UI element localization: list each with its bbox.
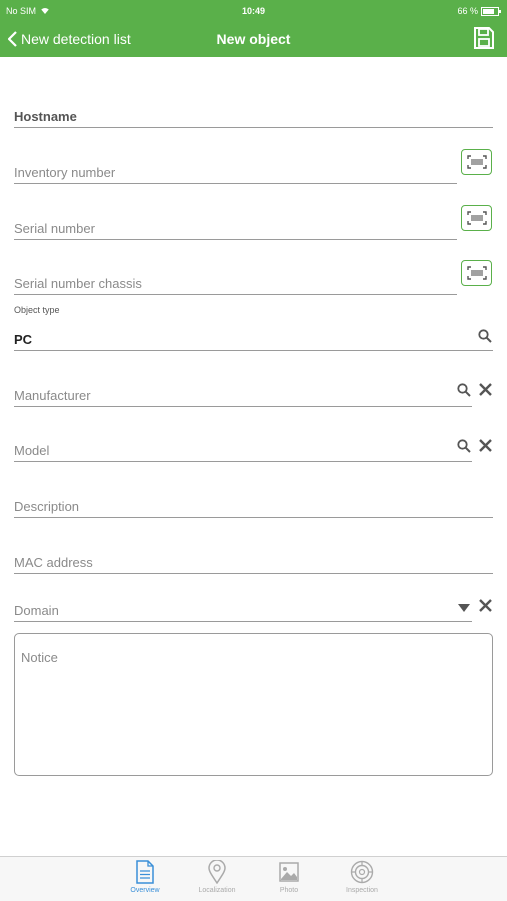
tab-label: Inspection [346,887,378,894]
serial-number-field [14,211,457,240]
description-input[interactable] [14,499,493,514]
mac-address-input[interactable] [14,555,493,570]
triangle-down-icon [458,604,470,612]
tab-label: Overview [130,887,160,894]
clock: 10:49 [241,6,266,16]
status-bar: No SIM 10:49 66 % [0,4,507,18]
notice-box [14,633,493,776]
domain-field[interactable] [14,593,472,622]
tab-label: Photo [279,887,299,894]
battery-percent: 66 % [457,6,478,16]
barcode-scan-button[interactable] [461,260,492,286]
search-icon [478,329,492,343]
save-icon[interactable] [473,26,495,50]
tab-photo[interactable]: Photo [259,860,319,900]
hostname-input[interactable] [14,109,493,124]
mac-address-field [14,545,493,574]
serial-number-input[interactable] [14,221,457,236]
tab-inspection[interactable]: Inspection [332,860,392,900]
model-field [14,433,472,462]
back-button[interactable]: New detection list [8,28,131,50]
barcode-icon [466,155,487,169]
tab-label: Localization [198,887,236,894]
model-input[interactable] [14,443,472,458]
close-icon [478,382,492,396]
chevron-left-icon [8,31,17,47]
hostname-field [14,99,493,128]
battery-indicator: 66 % [457,4,501,18]
object-type-field [14,322,493,351]
object-type-input[interactable] [14,332,493,347]
tab-bar: Overview Localization Photo Inspection [0,856,507,901]
tab-localization[interactable]: Localization [187,860,247,900]
close-icon [478,438,492,452]
back-label: New detection list [21,31,131,47]
domain-select[interactable] [14,603,472,618]
notice-textarea[interactable] [21,650,481,760]
domain-clear-button[interactable] [477,597,493,613]
tab-overview[interactable]: Overview [115,860,175,900]
domain-dropdown-button[interactable] [456,601,472,615]
barcode-scan-button[interactable] [461,149,492,175]
barcode-scan-button[interactable] [461,205,492,231]
object-type-search-button[interactable] [477,328,493,344]
barcode-icon [466,211,487,225]
nav-bar: New detection list New object [0,26,507,50]
inspection-icon [350,860,374,884]
search-icon [457,383,471,397]
location-pin-icon [208,860,226,884]
battery-icon [481,6,501,16]
manufacturer-clear-button[interactable] [477,381,493,397]
model-clear-button[interactable] [477,437,493,453]
header-bar: No SIM 10:49 66 % New detection list New… [0,0,507,57]
inventory-number-input[interactable] [14,165,457,180]
model-search-button[interactable] [456,438,472,454]
photo-icon [279,862,299,882]
object-type-label: Object type [14,305,60,315]
search-icon [457,439,471,453]
serial-number-chassis-field [14,266,457,295]
barcode-icon [466,266,487,280]
document-icon [136,860,154,884]
close-icon [478,598,492,612]
inventory-number-field [14,155,457,184]
manufacturer-input[interactable] [14,388,472,403]
manufacturer-field [14,378,472,407]
serial-number-chassis-input[interactable] [14,276,457,291]
manufacturer-search-button[interactable] [456,382,472,398]
description-field [14,489,493,518]
